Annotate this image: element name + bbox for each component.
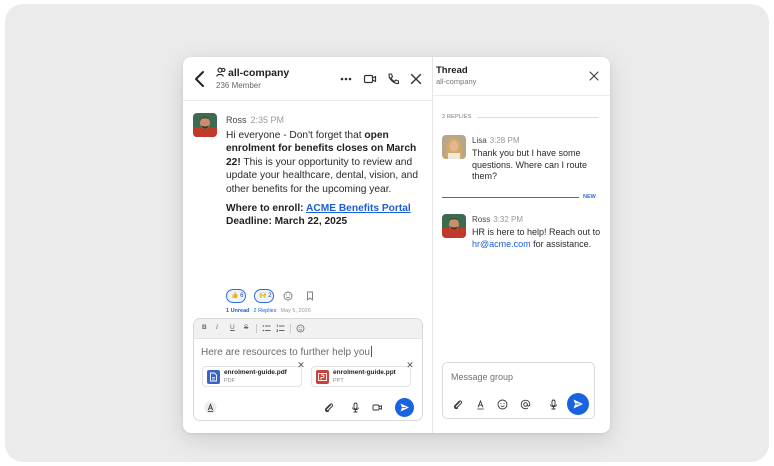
message-composer: B I U S Here are resources to further he… bbox=[193, 318, 423, 421]
pdf-file-icon bbox=[207, 370, 220, 384]
back-arrow-icon[interactable] bbox=[193, 70, 207, 88]
bulleted-list-icon[interactable] bbox=[262, 324, 271, 333]
message-input[interactable]: Here are resources to further help you bbox=[201, 346, 372, 358]
close-icon[interactable] bbox=[409, 72, 423, 86]
message-text-rest: This is your opportunity to review and u… bbox=[226, 156, 418, 195]
reaction-count: 6 bbox=[240, 293, 244, 299]
channel-name: all-company bbox=[228, 67, 290, 79]
where-to-enroll-label: Where to enroll: bbox=[226, 203, 306, 214]
video-clip-icon[interactable] bbox=[371, 401, 384, 414]
attachment-pdf[interactable]: enrolment-guide.pdf PDF ✕ bbox=[202, 360, 305, 387]
microphone-icon[interactable] bbox=[547, 398, 560, 411]
video-call-icon[interactable] bbox=[363, 72, 377, 86]
send-button[interactable] bbox=[395, 398, 414, 417]
thread-header-divider bbox=[433, 95, 610, 96]
attach-file-icon[interactable] bbox=[322, 401, 335, 414]
replies-divider bbox=[477, 117, 599, 118]
remove-attachment-icon[interactable]: ✕ bbox=[296, 360, 306, 370]
text-format-icon[interactable] bbox=[474, 398, 487, 411]
author-name: Ross bbox=[226, 115, 247, 125]
reply-time: 3:32 PM bbox=[493, 215, 524, 224]
thread-send-button[interactable] bbox=[567, 393, 589, 415]
avatar-lisa[interactable] bbox=[442, 135, 466, 159]
strikethrough-button[interactable]: S bbox=[244, 324, 248, 331]
text-format-icon[interactable] bbox=[204, 401, 217, 414]
reaction-thumbs-up[interactable]: 👍 6 bbox=[226, 289, 246, 303]
message-text-intro: Hi everyone - Don't forget that bbox=[226, 130, 365, 141]
underline-button[interactable]: U bbox=[230, 324, 235, 331]
emoji-icon[interactable] bbox=[496, 398, 509, 411]
reply-body: HR is here to help! Reach out to hr@acme… bbox=[472, 227, 604, 250]
reply-time: 3:28 PM bbox=[489, 136, 520, 145]
reply-body: Thank you but I have some questions. Whe… bbox=[472, 148, 588, 181]
reaction-emoji: 🙌 bbox=[259, 293, 267, 299]
reply-text: for assistance. bbox=[530, 238, 592, 249]
bold-button[interactable]: B bbox=[202, 324, 207, 331]
message-input-text: Here are resources to further help you bbox=[201, 347, 370, 358]
numbered-list-icon[interactable] bbox=[276, 324, 285, 333]
message-author: Ross 2:35 PM bbox=[226, 115, 284, 125]
new-messages-divider bbox=[442, 197, 579, 198]
formatting-toolbar: B I U S bbox=[194, 319, 422, 339]
avatar-ross[interactable] bbox=[442, 214, 466, 238]
remove-attachment-icon[interactable]: ✕ bbox=[405, 360, 415, 370]
send-icon bbox=[573, 399, 583, 409]
message-enroll-info: Where to enroll: ACME Benefits Portal De… bbox=[226, 202, 426, 229]
channel-pane: all-company 236 Member Ross 2:35 PM Hi ev… bbox=[183, 57, 433, 433]
channel-header: all-company 236 Member bbox=[183, 57, 433, 101]
background-stage: all-company 236 Member Ross 2:35 PM Hi ev… bbox=[5, 4, 769, 462]
attachment-name: enrolment-guide.pdf bbox=[224, 369, 287, 376]
close-thread-icon[interactable] bbox=[588, 70, 600, 82]
avatar-ross[interactable] bbox=[193, 113, 217, 137]
replies-label: 2 REPLIES bbox=[442, 114, 472, 120]
emoji-icon[interactable] bbox=[296, 324, 305, 333]
message-date: May 5, 2026 bbox=[280, 308, 311, 314]
channel-title: all-company bbox=[216, 67, 289, 79]
reply-author: Lisa 3:28 PM bbox=[472, 136, 519, 145]
reaction-raised-hands[interactable]: 🙌 2 bbox=[254, 289, 274, 303]
reply-author: Ross 3:32 PM bbox=[472, 215, 523, 224]
member-count: 236 Member bbox=[216, 81, 261, 90]
thread-message-input[interactable]: Message group bbox=[451, 372, 513, 382]
reply-text: HR is here to help! Reach out to bbox=[472, 227, 601, 237]
deadline-text: Deadline: March 22, 2025 bbox=[226, 216, 348, 228]
chat-window: all-company 236 Member Ross 2:35 PM Hi ev… bbox=[183, 57, 610, 433]
reply-author-name: Ross bbox=[472, 215, 491, 224]
new-label: NEW bbox=[583, 194, 596, 200]
reply-author-name: Lisa bbox=[472, 136, 487, 145]
message-meta: 1 Unread 2 Replies May 5, 2026 bbox=[226, 308, 311, 314]
toolbar-divider bbox=[290, 324, 291, 333]
thread-channel: all-company bbox=[436, 77, 477, 86]
attachment-name: enrolment-guide.ppt bbox=[333, 369, 396, 376]
microphone-icon[interactable] bbox=[349, 401, 362, 414]
thread-composer: Message group bbox=[442, 362, 595, 419]
hr-email-link[interactable]: hr@acme.com bbox=[472, 239, 531, 249]
text-caret bbox=[370, 346, 372, 357]
send-icon bbox=[400, 403, 409, 412]
more-options-icon[interactable] bbox=[339, 72, 353, 86]
replies-count[interactable]: 2 Replies bbox=[254, 308, 277, 314]
add-reaction-icon[interactable] bbox=[282, 290, 294, 302]
reaction-count: 2 bbox=[268, 293, 272, 299]
ppt-file-icon bbox=[316, 370, 329, 384]
unread-count[interactable]: 1 Unread bbox=[226, 308, 250, 314]
attach-file-icon[interactable] bbox=[451, 398, 464, 411]
thread-pane: Thread all-company 2 REPLIES Lisa 3:28 PM… bbox=[433, 57, 610, 433]
toolbar-divider bbox=[256, 324, 257, 333]
attachment-type: PDF bbox=[224, 378, 235, 384]
thread-title: Thread bbox=[436, 65, 468, 76]
italic-button[interactable]: I bbox=[216, 324, 218, 331]
benefits-portal-link[interactable]: ACME Benefits Portal bbox=[306, 203, 411, 214]
attachment-ppt[interactable]: enrolment-guide.ppt PPT ✕ bbox=[311, 360, 414, 387]
group-icon bbox=[216, 67, 226, 77]
reaction-emoji: 👍 bbox=[231, 293, 239, 299]
attachment-type: PPT bbox=[333, 378, 344, 384]
mention-icon[interactable] bbox=[519, 398, 532, 411]
phone-call-icon[interactable] bbox=[386, 72, 400, 86]
bookmark-icon[interactable] bbox=[304, 290, 316, 302]
message-time: 2:35 PM bbox=[250, 115, 285, 125]
message-body: Hi everyone - Don't forget that open enr… bbox=[226, 129, 426, 196]
